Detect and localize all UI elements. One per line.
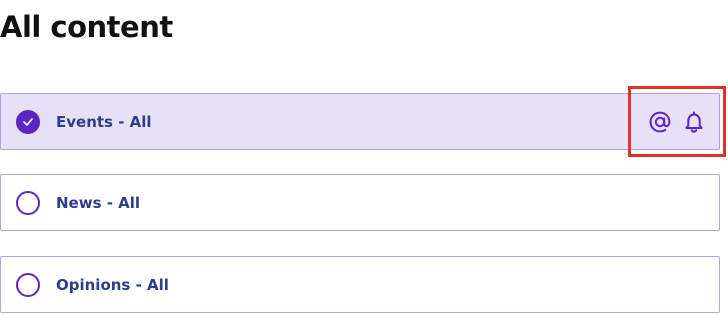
option-label: Events - All [56,112,152,131]
option-label: Opinions - All [56,275,169,294]
option-actions [647,109,707,135]
option-events-all[interactable]: Events - All [0,93,720,150]
option-opinions-all[interactable]: Opinions - All [0,256,720,313]
radio-unchecked-icon[interactable] [16,272,40,297]
radio-unchecked-icon[interactable] [16,190,40,215]
at-sign-icon[interactable] [647,109,673,135]
radio-checked-icon[interactable] [16,109,40,134]
page-title: All content [0,10,173,44]
bell-icon[interactable] [681,109,707,135]
option-news-all[interactable]: News - All [0,174,720,231]
option-label: News - All [56,193,141,212]
content-subscription-page: All content Events - All News - All Opin… [0,0,728,315]
